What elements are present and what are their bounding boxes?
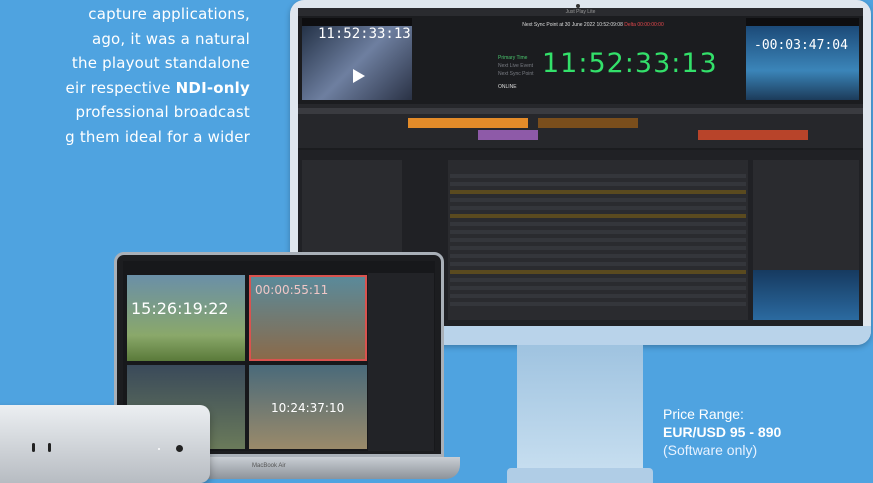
playlist-row[interactable]	[450, 222, 746, 226]
preview-left: 11:52:33:13	[302, 18, 412, 100]
timeline-clip[interactable]	[408, 118, 528, 128]
usb-port	[48, 443, 51, 452]
playlist-row[interactable]	[450, 246, 746, 250]
sync-info-text: Next Sync Point at 30 June 2022 10:52:09…	[522, 22, 623, 28]
text-line: g them ideal for a wider	[65, 127, 250, 146]
inspector-preview	[753, 270, 859, 320]
text-line: professional broadcast	[75, 103, 250, 121]
headphone-jack	[176, 445, 183, 452]
laptop-timecode-2: 00:00:55:11	[255, 283, 329, 297]
playlist-row[interactable]	[450, 294, 746, 298]
sync-delta: Delta 00:00:00:00	[624, 22, 664, 28]
inspector-panel[interactable]	[753, 160, 859, 320]
price-label: Price Range:	[663, 406, 744, 422]
window-title: Just Play Lite	[298, 8, 863, 16]
playlist-row[interactable]	[450, 214, 746, 218]
imac-stand	[517, 345, 643, 475]
mac-mini	[0, 405, 210, 483]
text-line: capture applications,	[88, 5, 250, 23]
right-timecode: -00:03:47:04	[754, 38, 848, 53]
playlist-row[interactable]	[450, 206, 746, 210]
ndi-only-bold: NDI-only	[175, 78, 250, 97]
main-timecode: 11:52:33:13	[542, 48, 718, 79]
usb-port	[32, 443, 35, 452]
imac-stand-base	[507, 468, 653, 483]
playlist-panel[interactable]	[448, 160, 748, 320]
playlist-row[interactable]	[450, 262, 746, 266]
timeline-clip[interactable]	[538, 118, 638, 128]
playlist-row[interactable]	[450, 286, 746, 290]
playlist-row[interactable]	[450, 302, 746, 306]
timeline-clip[interactable]	[478, 130, 538, 140]
playlist-row[interactable]	[450, 270, 746, 274]
status-label: Primary Time	[498, 55, 528, 61]
article-text: capture applications, ago, it was a natu…	[0, 0, 250, 149]
timeline-clip[interactable]	[698, 130, 808, 140]
left-timecode: 11:52:33:13	[318, 26, 411, 42]
playlist-row[interactable]	[450, 182, 746, 186]
playlist-row[interactable]	[450, 254, 746, 258]
timeline-ruler	[298, 108, 863, 114]
status-label: Next Sync Point	[498, 71, 534, 77]
playlist-row[interactable]	[450, 230, 746, 234]
playlist-row[interactable]	[450, 174, 746, 178]
status-labels: Primary Time Next Live Event Next Sync P…	[498, 54, 534, 78]
online-status: ONLINE	[498, 84, 517, 90]
laptop-timecode-1: 15:26:19:22	[131, 299, 229, 318]
status-label: Next Live Event	[498, 63, 534, 69]
laptop-timecode-3: 10:24:37:10	[271, 401, 345, 415]
playlist-row[interactable]	[450, 238, 746, 242]
laptop-settings-panel[interactable]	[368, 273, 434, 451]
playlist-row[interactable]	[450, 190, 746, 194]
text-line: eir respective NDI-only	[0, 76, 250, 101]
laptop-label: MacBook Air	[252, 463, 286, 469]
video-tile-1[interactable]	[127, 275, 245, 361]
timeline[interactable]	[298, 104, 863, 148]
playlist-row[interactable]	[450, 278, 746, 282]
status-led	[158, 448, 160, 450]
price-note: (Software only)	[663, 442, 758, 458]
text-line-start: eir respective	[65, 78, 176, 97]
playlist-row[interactable]	[450, 198, 746, 202]
text-line: ago, it was a natural	[91, 29, 250, 48]
preview-right: -00:03:47:04	[746, 18, 859, 100]
price-value: EUR/USD 95 - 890	[663, 424, 782, 440]
text-line: the playout standalone	[71, 54, 250, 72]
sync-info: Next Sync Point at 30 June 2022 10:52:09…	[468, 22, 718, 28]
price-box: Price Range: EUR/USD 95 - 890 (Software …	[663, 405, 781, 459]
play-icon[interactable]	[350, 68, 366, 84]
